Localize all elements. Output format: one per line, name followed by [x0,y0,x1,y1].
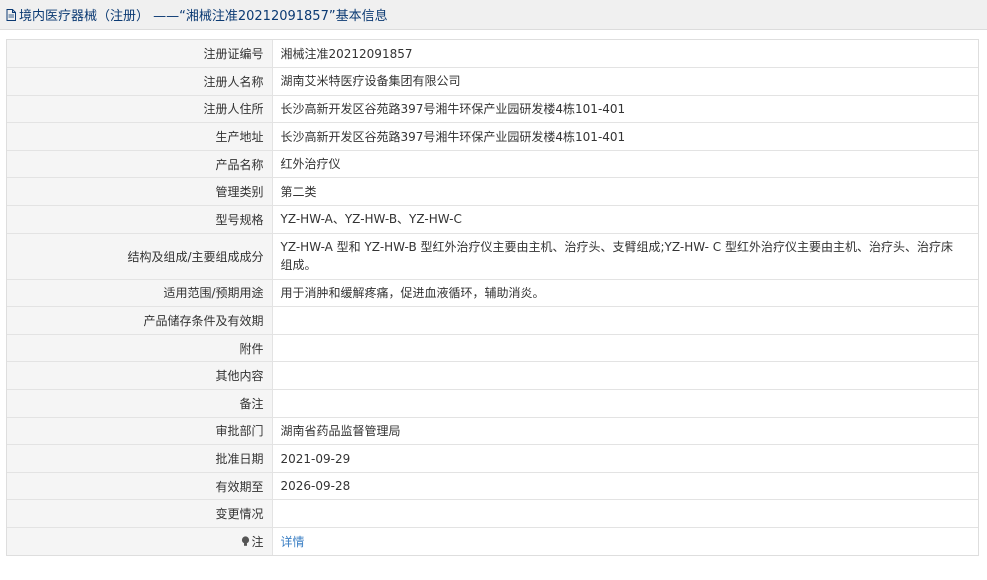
row-value: 2021-09-29 [272,444,978,473]
table-row: 结构及组成/主要组成成分 YZ-HW-A 型和 YZ-HW-B 型红外治疗仪主要由… [7,233,978,280]
row-value [272,306,978,335]
info-table: 注册证编号 湘械注准20212091857 注册人名称 湖南艾米特医疗设备集团有限公司… [6,39,979,557]
row-label: 产品储存条件及有效期 [7,306,273,335]
row-label: 注册人住所 [7,95,273,124]
table-row: 产品名称 红外治疗仪 [7,150,978,179]
table-row: 批准日期 2021-09-29 [7,444,978,473]
row-label: 适用范围/预期用途 [7,279,273,308]
table-row: 适用范围/预期用途 用于消肿和缓解疼痛，促进血液循环，辅助消炎。 [7,279,978,308]
row-label-note: 注 [7,527,273,556]
table-row: 审批部门 湖南省药品监督管理局 [7,417,978,446]
row-value [272,361,978,391]
table-row: 生产地址 长沙高新开发区谷苑路397号湘牛环保产业园研发楼4栋101-401 [7,122,978,151]
row-label: 产品名称 [7,150,273,179]
row-label: 结构及组成/主要组成成分 [7,233,273,280]
row-label: 备注 [7,389,273,418]
details-link[interactable]: 详情 [281,535,305,549]
row-value: 红外治疗仪 [272,150,978,179]
lightbulb-icon [241,536,250,547]
table-row: 注册人名称 湖南艾米特医疗设备集团有限公司 [7,67,978,96]
row-value: YZ-HW-A 型和 YZ-HW-B 型红外治疗仪主要由主机、治疗头、支臂组成;… [272,233,978,280]
note-label: 注 [251,535,264,550]
table-row: 注册人住所 长沙高新开发区谷苑路397号湘牛环保产业园研发楼4栋101-401 [7,95,978,124]
row-label: 变更情况 [7,499,273,528]
table-row: 型号规格 YZ-HW-A、YZ-HW-B、YZ-HW-C [7,205,978,234]
row-value: 长沙高新开发区谷苑路397号湘牛环保产业园研发楼4栋101-401 [272,95,978,124]
table-row: 注册证编号 湘械注准20212091857 [7,40,978,69]
row-label: 审批部门 [7,417,273,446]
table-row: 备注 [7,389,978,418]
table-row: 变更情况 [7,499,978,528]
table-row: 管理类别 第二类 [7,177,978,207]
page-title: 境内医疗器械（注册） ——“湘械注准20212091857”基本信息 [19,9,388,24]
document-icon [6,8,16,21]
row-label: 生产地址 [7,122,273,151]
row-value [272,334,978,363]
row-value: 长沙高新开发区谷苑路397号湘牛环保产业园研发楼4栋101-401 [272,122,978,151]
row-value: YZ-HW-A、YZ-HW-B、YZ-HW-C [272,205,978,234]
row-value: 用于消肿和缓解疼痛，促进血液循环，辅助消炎。 [272,279,978,308]
row-value [272,499,978,528]
row-label: 注册人名称 [7,67,273,96]
row-value-note: 详情 [272,528,978,556]
row-label: 附件 [7,334,273,363]
table-row: 产品储存条件及有效期 [7,306,978,335]
row-value: 湘械注准20212091857 [272,40,978,69]
table-row-note: 注 详情 [7,527,978,556]
row-value: 湖南省药品监督管理局 [272,417,978,446]
row-value: 第二类 [272,177,978,207]
row-value: 2026-09-28 [272,472,978,501]
row-label: 有效期至 [7,472,273,501]
row-label: 批准日期 [7,444,273,473]
row-label: 型号规格 [7,205,273,234]
row-value [272,389,978,418]
table-row: 有效期至 2026-09-28 [7,472,978,501]
row-value: 湖南艾米特医疗设备集团有限公司 [272,67,978,96]
table-row: 附件 [7,334,978,363]
page-header: 境内医疗器械（注册） ——“湘械注准20212091857”基本信息 [0,0,987,30]
row-label: 其他内容 [7,361,273,391]
row-label: 注册证编号 [7,40,273,69]
table-row: 其他内容 [7,361,978,391]
row-label: 管理类别 [7,177,273,207]
